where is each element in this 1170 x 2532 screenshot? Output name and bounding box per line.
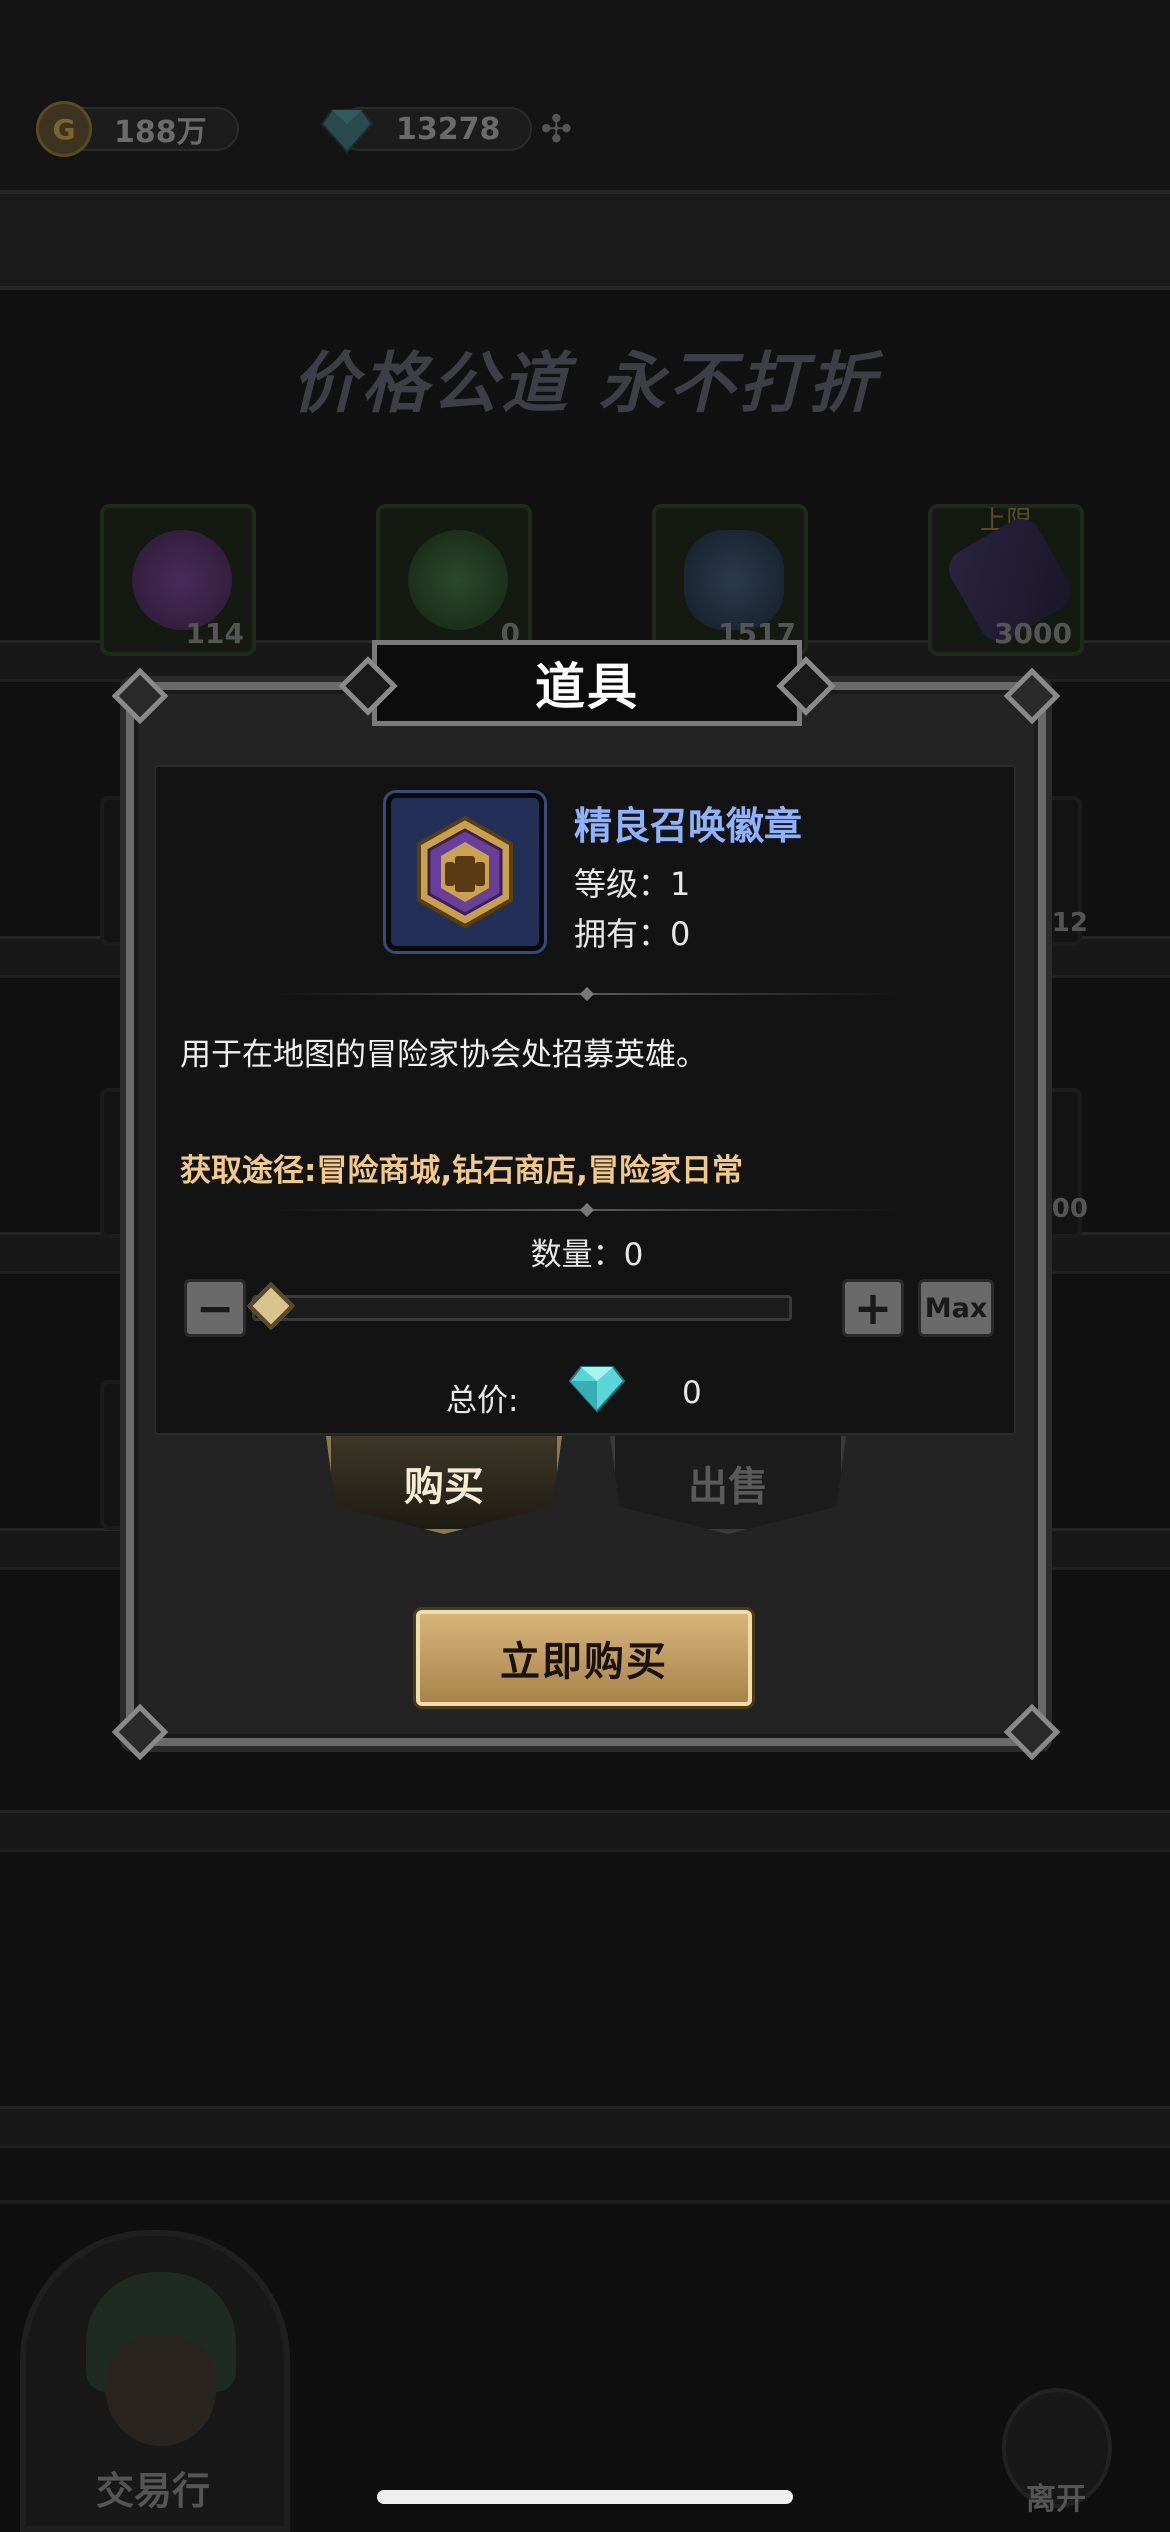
shop-slot-purple-orb[interactable]: 114 <box>100 504 256 656</box>
shelf-row <box>0 2106 1170 2148</box>
max-quantity-button[interactable]: Max <box>918 1279 994 1337</box>
item-name: 精良召唤徽章 <box>574 804 803 848</box>
divider-ornament <box>579 1202 595 1218</box>
purple-orb-icon <box>132 530 232 630</box>
leave-label[interactable]: 离开 <box>1026 2474 1086 2518</box>
quantity-slider-thumb[interactable] <box>246 1281 296 1331</box>
slot-count: 114 <box>185 617 244 650</box>
dialog-title-plate: 道具 <box>338 640 836 726</box>
shop-slogan: 价格公道 永不打折 <box>291 345 879 422</box>
quantity-slider-track[interactable] <box>252 1295 792 1321</box>
divider-ornament <box>579 986 595 1002</box>
quantity-label: 数量：0 <box>530 1237 644 1273</box>
trading-post-label: 交易行 <box>96 2469 211 2513</box>
item-owned-count: 拥有：0 <box>574 915 691 953</box>
gem-resource: 13278 ✣ <box>320 104 572 154</box>
gold-resource: G 188万 <box>36 101 239 157</box>
item-level: 等级：1 <box>574 865 691 903</box>
increase-quantity-button[interactable]: + <box>842 1279 904 1337</box>
buy-now-button[interactable]: 立即购买 <box>416 1610 752 1706</box>
shelf-row <box>0 1810 1170 1852</box>
home-indicator[interactable] <box>377 2490 793 2504</box>
total-price-value: 0 <box>682 1375 702 1411</box>
top-bar <box>0 0 1170 200</box>
slot-count: 3000 <box>994 617 1072 650</box>
item-info-panel: 精良召唤徽章 等级：1 拥有：0 用于在地图的冒险家协会处招募英雄。 获取途径:… <box>154 765 1016 1435</box>
shop-banner <box>0 190 1170 290</box>
diamond-gem-icon <box>320 109 374 154</box>
blue-stone-icon <box>684 530 784 630</box>
item-source: 获取途径:冒险商城,钻石商店,冒险家日常 <box>180 1153 743 1189</box>
item-description: 用于在地图的冒险家协会处招募英雄。 <box>180 1037 707 1073</box>
decrease-quantity-button[interactable]: − <box>184 1279 246 1337</box>
diamond-gem-icon <box>568 1366 626 1413</box>
shop-slot-blue-stone[interactable]: 1517 <box>652 504 808 656</box>
add-gem-icon[interactable]: ✣ <box>540 107 572 151</box>
dialog-title: 道具 <box>535 658 639 716</box>
shop-slot-green-orb[interactable]: 0 <box>376 504 532 656</box>
hexagon-summon-badge-icon <box>386 793 544 951</box>
total-price-label: 总价: <box>446 1383 519 1419</box>
shop-slot-scroll[interactable]: 上限 3000 <box>928 504 1084 656</box>
green-orb-icon <box>408 530 508 630</box>
gold-coin-icon: G <box>36 101 92 157</box>
merchant-face <box>106 2336 216 2446</box>
